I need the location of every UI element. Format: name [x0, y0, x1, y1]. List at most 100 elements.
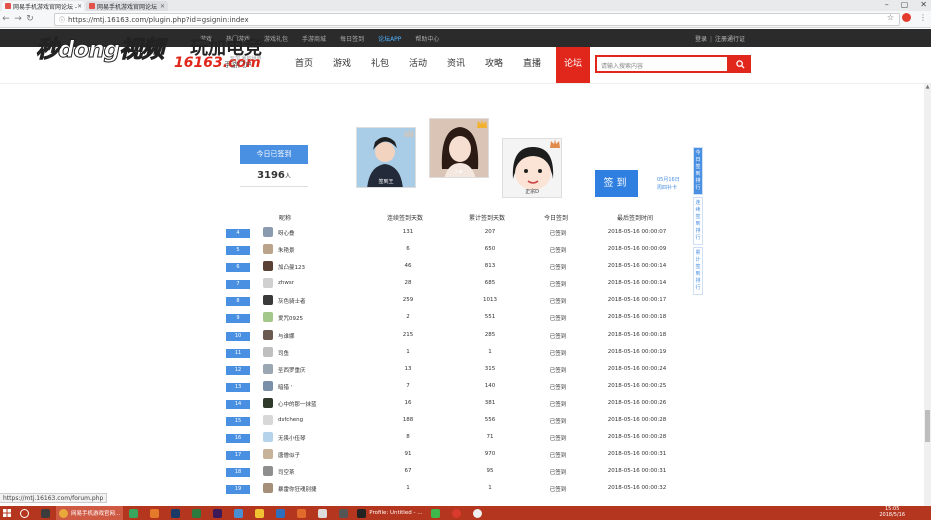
wechat-icon[interactable]: [431, 508, 441, 518]
scrollbar-thumb[interactable]: [925, 410, 930, 442]
avatar[interactable]: [263, 244, 273, 255]
top-link[interactable]: 每日签到: [340, 34, 364, 43]
user-name[interactable]: zhwsr: [278, 280, 294, 286]
close-tab-icon[interactable]: ✕: [77, 3, 82, 10]
user-name[interactable]: 爱咒0925: [278, 314, 303, 322]
extension-icon[interactable]: [902, 13, 911, 22]
system-clock[interactable]: 15:05 2018/5/16: [879, 506, 905, 518]
nav-guides[interactable]: 攻略: [475, 47, 513, 83]
rank-badge: 10: [226, 331, 250, 341]
user-name[interactable]: 唐僧似子: [278, 451, 300, 459]
folder-icon[interactable]: [255, 508, 265, 518]
back-icon[interactable]: ←: [0, 14, 12, 24]
avatar[interactable]: [263, 483, 273, 494]
menu-icon[interactable]: ⋮: [919, 13, 927, 22]
url-field[interactable]: ⓘ https://mtj.16163.com/plugin.php?id=gs…: [54, 13, 900, 26]
podium-second[interactable]: 签到王: [356, 127, 416, 188]
app-icon[interactable]: [150, 508, 160, 518]
login-link[interactable]: 登录: [695, 36, 707, 43]
close-window-icon[interactable]: ✕: [920, 0, 927, 9]
app-icon[interactable]: [234, 508, 244, 518]
avatar[interactable]: [263, 432, 273, 443]
top-link-app[interactable]: 论坛APP: [378, 34, 401, 43]
close-tab-icon[interactable]: ✕: [160, 3, 165, 10]
search-icon[interactable]: [20, 508, 29, 518]
avatar[interactable]: [263, 329, 273, 340]
app-icon[interactable]: [452, 508, 462, 518]
user-name[interactable]: 暗猎 ': [278, 383, 292, 391]
app-icon[interactable]: [129, 508, 139, 518]
user-name[interactable]: dsfcheng: [278, 417, 303, 423]
avatar[interactable]: [263, 295, 273, 306]
bookmark-star-icon[interactable]: ☆: [887, 13, 894, 22]
user-name[interactable]: 暴雷你狂魂别捷: [278, 485, 317, 493]
page-scrollbar[interactable]: [924, 84, 931, 506]
avatar[interactable]: [263, 312, 273, 323]
avatar[interactable]: [263, 227, 273, 237]
avatar[interactable]: [263, 346, 273, 357]
total-days: 1: [488, 485, 492, 492]
nav-news[interactable]: 资讯: [437, 47, 475, 83]
scroll-up-icon[interactable]: ▲: [924, 84, 931, 90]
continuous-days: 28: [404, 280, 412, 287]
nav-events[interactable]: 活动: [399, 47, 437, 83]
reload-icon[interactable]: ↻: [24, 14, 36, 24]
total-days: 381: [484, 399, 496, 406]
register-link[interactable]: 注册通行证: [715, 36, 745, 43]
avatar[interactable]: [263, 380, 273, 391]
sign-streak-text[interactable]: 周四补卡: [657, 184, 680, 192]
nav-gifts[interactable]: 礼包: [361, 47, 399, 83]
user-name[interactable]: 灰色骑士者: [278, 297, 306, 305]
today-status: 已签到: [549, 436, 567, 443]
forward-icon[interactable]: →: [12, 14, 24, 24]
task-view-icon[interactable]: [41, 508, 50, 518]
app-icon[interactable]: [339, 508, 349, 518]
top-link[interactable]: 帮助中心: [415, 34, 439, 43]
tab-today-ranking[interactable]: 今日签到排行: [693, 147, 703, 195]
user-name[interactable]: 与谁娜: [278, 332, 295, 340]
browser-tab[interactable]: 网易手机游戏官网论坛 - ✕: [2, 1, 84, 11]
taskbar-chrome[interactable]: 网易手机游戏官网...: [56, 506, 124, 520]
start-button[interactable]: [0, 506, 14, 520]
nav-games[interactable]: 游戏: [323, 47, 361, 83]
avatar[interactable]: [263, 363, 273, 374]
app-icon[interactable]: [276, 508, 286, 518]
after-effects-icon[interactable]: [213, 508, 223, 518]
browser-tab[interactable]: 网易手机游戏官网论坛 ✕: [86, 1, 168, 11]
user-name[interactable]: 圣西罗重庆: [278, 366, 306, 374]
minimize-icon[interactable]: –: [885, 0, 889, 9]
signin-button[interactable]: 签到: [595, 170, 638, 197]
col-nickname: 昵称: [279, 215, 292, 222]
nav-home[interactable]: 首页: [285, 47, 323, 83]
user-name[interactable]: 无畏小伍琴: [278, 434, 306, 442]
app-icon[interactable]: [473, 508, 483, 518]
user-name[interactable]: 心中的那一抹蓝: [278, 400, 317, 408]
avatar[interactable]: [263, 415, 273, 426]
user-name[interactable]: 加凸曼123: [278, 263, 305, 271]
avatar[interactable]: [263, 449, 273, 460]
today-status: 已签到: [549, 248, 567, 255]
user-name[interactable]: 呀心叠: [278, 229, 295, 237]
avatar[interactable]: [263, 466, 273, 477]
search-input[interactable]: 请输入搜索内容: [595, 55, 729, 73]
avatar[interactable]: [263, 278, 273, 289]
nav-forum[interactable]: 论坛: [556, 47, 590, 83]
podium-first[interactable]: I.w: [429, 118, 489, 178]
user-name[interactable]: 朱艳景: [278, 246, 295, 254]
podium-third[interactable]: 正宗D: [502, 138, 562, 198]
top-link[interactable]: 手游商城: [302, 34, 326, 43]
avatar[interactable]: [263, 261, 273, 272]
gold-crown-icon: [477, 119, 487, 128]
app-icon[interactable]: [297, 508, 307, 518]
user-name[interactable]: 司鱼: [278, 349, 289, 357]
app-icon[interactable]: [192, 508, 202, 518]
nav-live[interactable]: 直播: [513, 47, 551, 83]
avatar[interactable]: [263, 397, 273, 408]
search-button[interactable]: [729, 55, 751, 73]
photoshop-icon[interactable]: [171, 508, 181, 518]
user-name[interactable]: 司空茶: [278, 468, 295, 476]
top-link[interactable]: 游戏礼包: [264, 34, 288, 43]
maximize-icon[interactable]: ▢: [901, 0, 909, 9]
taskbar-profile[interactable]: Profile: Untitled - ...: [354, 506, 425, 520]
app-icon[interactable]: [318, 508, 328, 518]
